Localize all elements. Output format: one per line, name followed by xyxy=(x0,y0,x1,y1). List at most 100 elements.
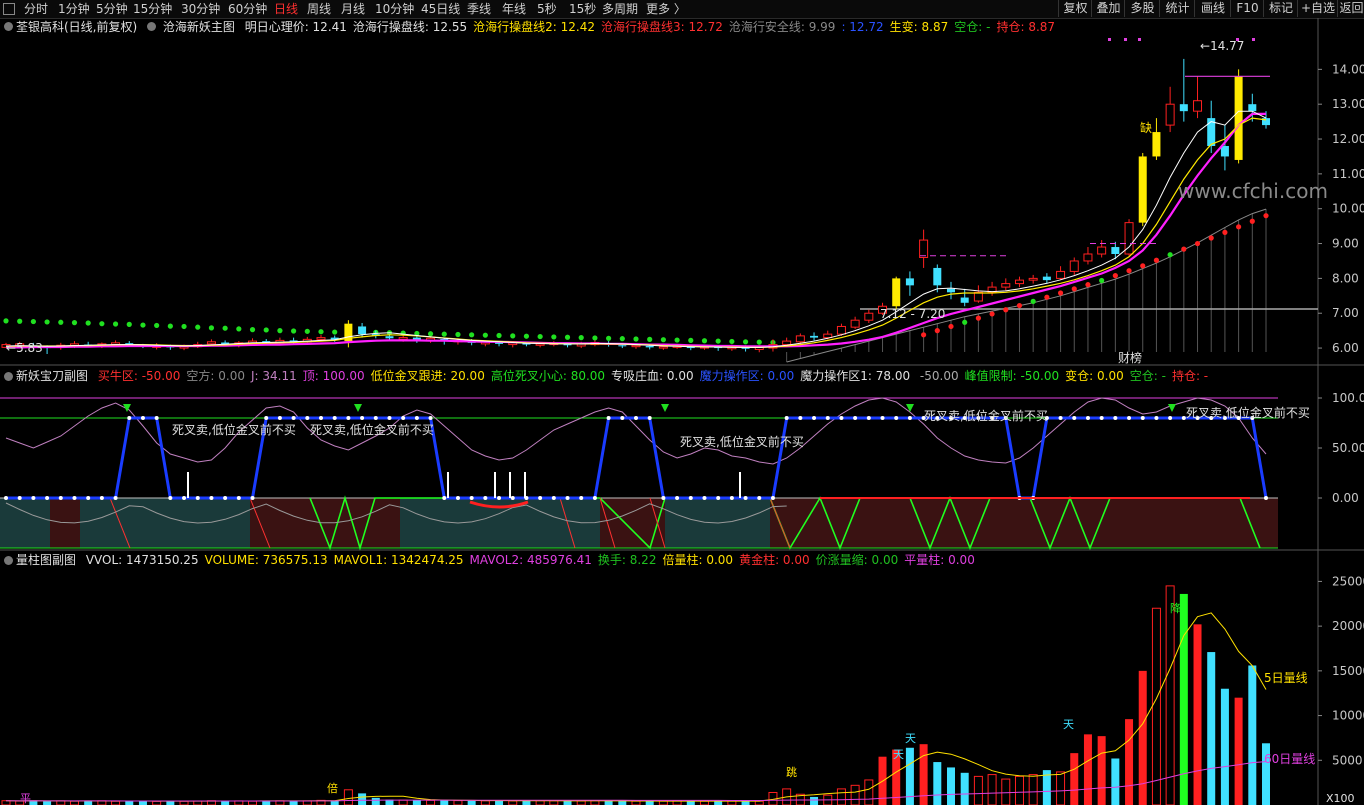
state-dot xyxy=(853,416,858,420)
signal-dot xyxy=(1167,252,1173,258)
value-label: MAVOL1: xyxy=(333,553,388,567)
state-dot xyxy=(154,416,159,420)
indicator-settings-icon[interactable] xyxy=(147,22,157,31)
state-dot xyxy=(72,496,77,500)
signal-dot xyxy=(921,332,927,338)
volume-bar xyxy=(398,799,408,805)
volume-bar xyxy=(590,800,600,805)
candle-body xyxy=(933,267,942,286)
state-dot xyxy=(579,496,584,500)
value-number: 34.11 xyxy=(258,369,297,383)
top-marker xyxy=(1124,38,1127,41)
volume-bar xyxy=(810,796,819,805)
state-dot xyxy=(770,496,775,500)
state-dot xyxy=(17,496,22,500)
value-number: 485976.41 xyxy=(523,553,592,567)
indicator-value-item: 沧海行操盘线: 12.55 xyxy=(353,20,467,34)
signal-dot xyxy=(71,320,78,326)
signal-dot xyxy=(742,339,749,345)
state-dot xyxy=(716,496,721,500)
axis-tick-label: 6.00 xyxy=(1332,341,1359,355)
value-number: -50.00 xyxy=(1016,369,1060,383)
signal-dot xyxy=(1112,273,1118,279)
signal-dot xyxy=(975,315,981,321)
signal-dot xyxy=(318,329,324,335)
volume-bar xyxy=(1220,688,1229,805)
signal-dot xyxy=(277,328,283,334)
candle-body xyxy=(960,297,969,303)
state-dot xyxy=(140,416,145,420)
value-number: 8.87 xyxy=(1024,20,1056,34)
value-label: MAVOL2: xyxy=(469,553,524,567)
value-label: 空方: xyxy=(186,369,215,383)
state-dot xyxy=(825,416,830,420)
state-dot xyxy=(455,496,460,500)
value-number: 20.00 xyxy=(446,369,485,383)
high-price-label: ←14.77 xyxy=(1200,39,1244,53)
state-dot xyxy=(113,496,118,500)
signal-dot xyxy=(1194,240,1201,247)
state-dot xyxy=(757,496,762,500)
value-label: 价涨量缩: xyxy=(815,553,868,567)
state-dot xyxy=(839,416,844,420)
volume-bar xyxy=(618,801,627,805)
volume-bar xyxy=(947,767,955,805)
signal-dot xyxy=(592,335,598,341)
down-arrow-icon xyxy=(354,404,362,412)
state-dot xyxy=(1168,416,1173,420)
volume-marker: 倍 xyxy=(327,781,338,795)
volume-bar xyxy=(234,800,244,805)
candle-body xyxy=(1165,103,1175,126)
indicator-values: 明日心理价: 12.41 沧海行操盘线: 12.55 沧海行操盘线2: 12.42 沧… xyxy=(239,20,1055,34)
volume-bar xyxy=(508,800,518,805)
state-dot xyxy=(45,496,50,500)
state-dot xyxy=(1058,416,1063,420)
signal-dot xyxy=(208,325,215,331)
state-dot xyxy=(1113,416,1118,420)
state-dot xyxy=(319,416,323,420)
indicator-value-item: 变仓: 0.00 xyxy=(1065,369,1124,383)
indicator-name[interactable]: 新妖宝刀副图 xyxy=(16,369,88,383)
volume-bar xyxy=(933,762,942,805)
value-number: 12.72 xyxy=(684,20,723,34)
volume-bar xyxy=(43,801,52,805)
signal-dot xyxy=(564,334,571,340)
volume-bar xyxy=(576,800,586,805)
signal-dot xyxy=(510,333,516,339)
volume-bar xyxy=(1083,734,1092,805)
state-dot xyxy=(401,416,406,420)
value-number: 1473150.25 xyxy=(122,553,199,567)
candle-body xyxy=(810,335,819,338)
indicator-value-item: MAVOL1: 1342474.25 xyxy=(334,553,464,567)
volume-bar xyxy=(1001,778,1011,805)
zone-block xyxy=(250,498,295,548)
stock-chart[interactable]: 天天天降跳倍平 14.0013.0012.0011.0010.009.008.0… xyxy=(0,0,1364,805)
indicator-name[interactable]: 沧海新妖主图 xyxy=(163,20,235,34)
volume-bar xyxy=(631,800,641,805)
volume-panel: 天天天降跳倍平 xyxy=(1,585,1270,805)
indicator-name[interactable]: 量柱图副图 xyxy=(16,553,76,567)
state-dot xyxy=(428,416,433,420)
volume-bar xyxy=(179,800,189,805)
down-arrow-icon xyxy=(661,404,669,412)
volume-bar xyxy=(480,800,490,805)
value-number: 0.00 xyxy=(763,369,795,383)
candle-body xyxy=(973,291,983,302)
indicator-value-item: 持仓: - xyxy=(1172,369,1208,383)
value-label: 持仓: xyxy=(996,20,1025,34)
volume-marker: 天 xyxy=(1063,718,1074,731)
signal-dot xyxy=(441,331,447,337)
volume-bar xyxy=(987,774,997,805)
volume-marker: 天 xyxy=(893,748,904,761)
signal-dot xyxy=(701,338,708,344)
volume-bar xyxy=(248,800,258,805)
state-dot xyxy=(743,496,748,500)
state-dot xyxy=(127,416,132,420)
ma-white-line xyxy=(5,110,1267,348)
candle-body xyxy=(535,343,545,346)
top-marker xyxy=(1108,38,1111,41)
state-dot xyxy=(675,496,680,500)
state-dot xyxy=(86,496,91,500)
indicator-value-item: 魔力操作区1: 78.00 xyxy=(800,369,910,383)
volume-bar xyxy=(111,800,121,805)
